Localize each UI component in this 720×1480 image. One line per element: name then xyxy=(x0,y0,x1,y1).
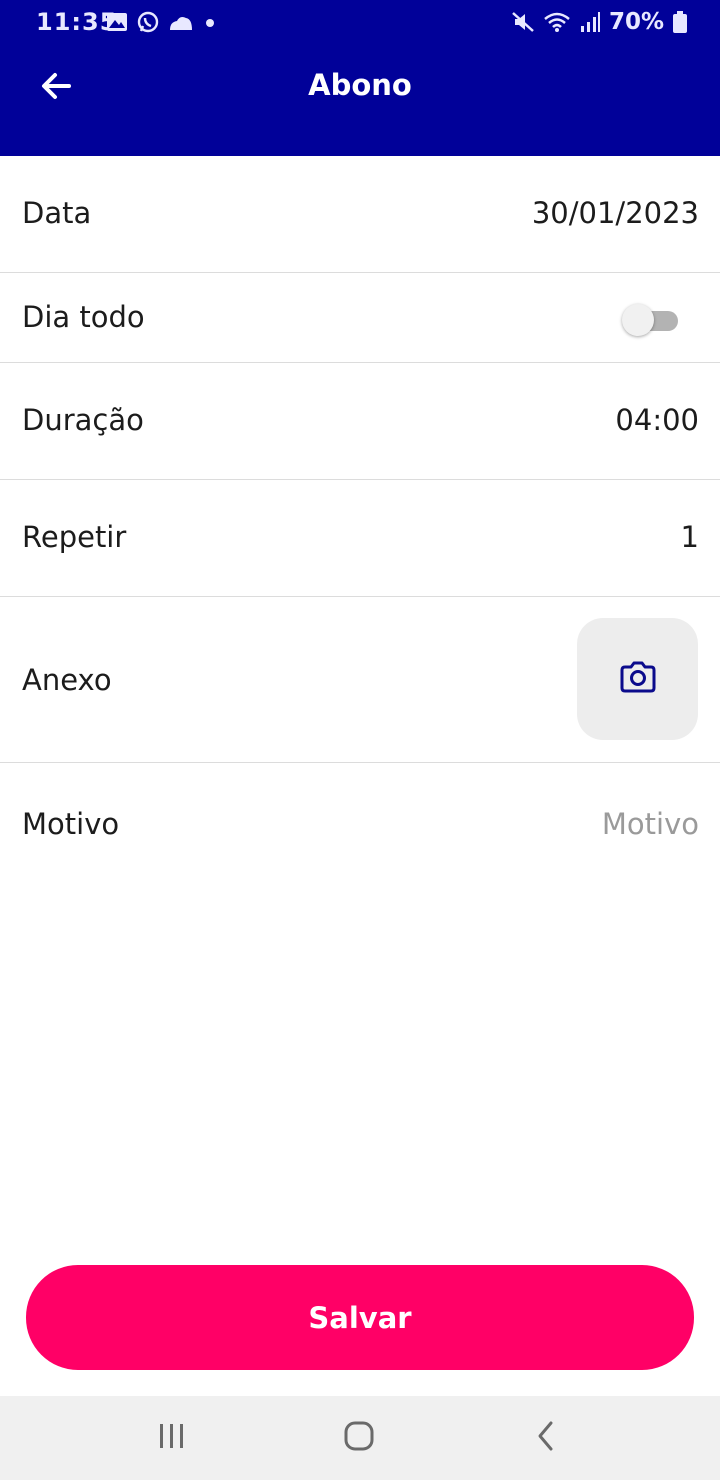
date-row[interactable]: Data 30/01/2023 xyxy=(0,156,720,273)
all-day-row: Dia todo xyxy=(0,273,720,363)
camera-icon xyxy=(619,661,657,697)
toggle-thumb xyxy=(622,304,654,336)
home-icon xyxy=(343,1420,375,1456)
attach-photo-button[interactable] xyxy=(577,618,698,740)
attachment-row: Anexo xyxy=(0,597,720,763)
wifi-icon xyxy=(543,10,571,34)
system-nav-bar xyxy=(0,1396,720,1480)
battery-percent: 70% xyxy=(608,9,664,35)
cloud-icon xyxy=(168,11,194,33)
image-icon xyxy=(106,11,128,33)
duration-row[interactable]: Duração 04:00 xyxy=(0,363,720,480)
system-back-button[interactable] xyxy=(524,1418,568,1458)
all-day-label: Dia todo xyxy=(22,300,145,334)
date-value[interactable]: 30/01/2023 xyxy=(532,196,699,230)
all-day-toggle[interactable] xyxy=(622,303,680,336)
signal-icon xyxy=(579,11,601,33)
recents-button[interactable] xyxy=(150,1418,194,1458)
repeat-label: Repetir xyxy=(22,520,127,554)
whatsapp-icon xyxy=(136,10,160,34)
reason-input[interactable] xyxy=(299,807,699,841)
duration-value[interactable]: 04:00 xyxy=(615,403,699,437)
date-label: Data xyxy=(22,196,92,230)
recents-icon xyxy=(157,1422,187,1454)
home-button[interactable] xyxy=(337,1418,381,1458)
status-bar: 11:35 70% xyxy=(0,0,720,46)
repeat-value[interactable]: 1 xyxy=(681,520,699,554)
battery-icon xyxy=(672,10,688,34)
reason-label: Motivo xyxy=(22,807,120,841)
back-chevron-icon xyxy=(535,1420,557,1456)
dot-icon xyxy=(202,14,218,30)
page-title: Abono xyxy=(308,68,412,102)
duration-label: Duração xyxy=(22,403,144,437)
mute-icon xyxy=(511,10,535,34)
repeat-row[interactable]: Repetir 1 xyxy=(0,480,720,597)
attachment-label: Anexo xyxy=(22,663,112,697)
reason-row: Motivo xyxy=(0,763,720,893)
save-button[interactable]: Salvar xyxy=(26,1265,694,1370)
app-header: 11:35 70% Abono xyxy=(0,0,720,156)
